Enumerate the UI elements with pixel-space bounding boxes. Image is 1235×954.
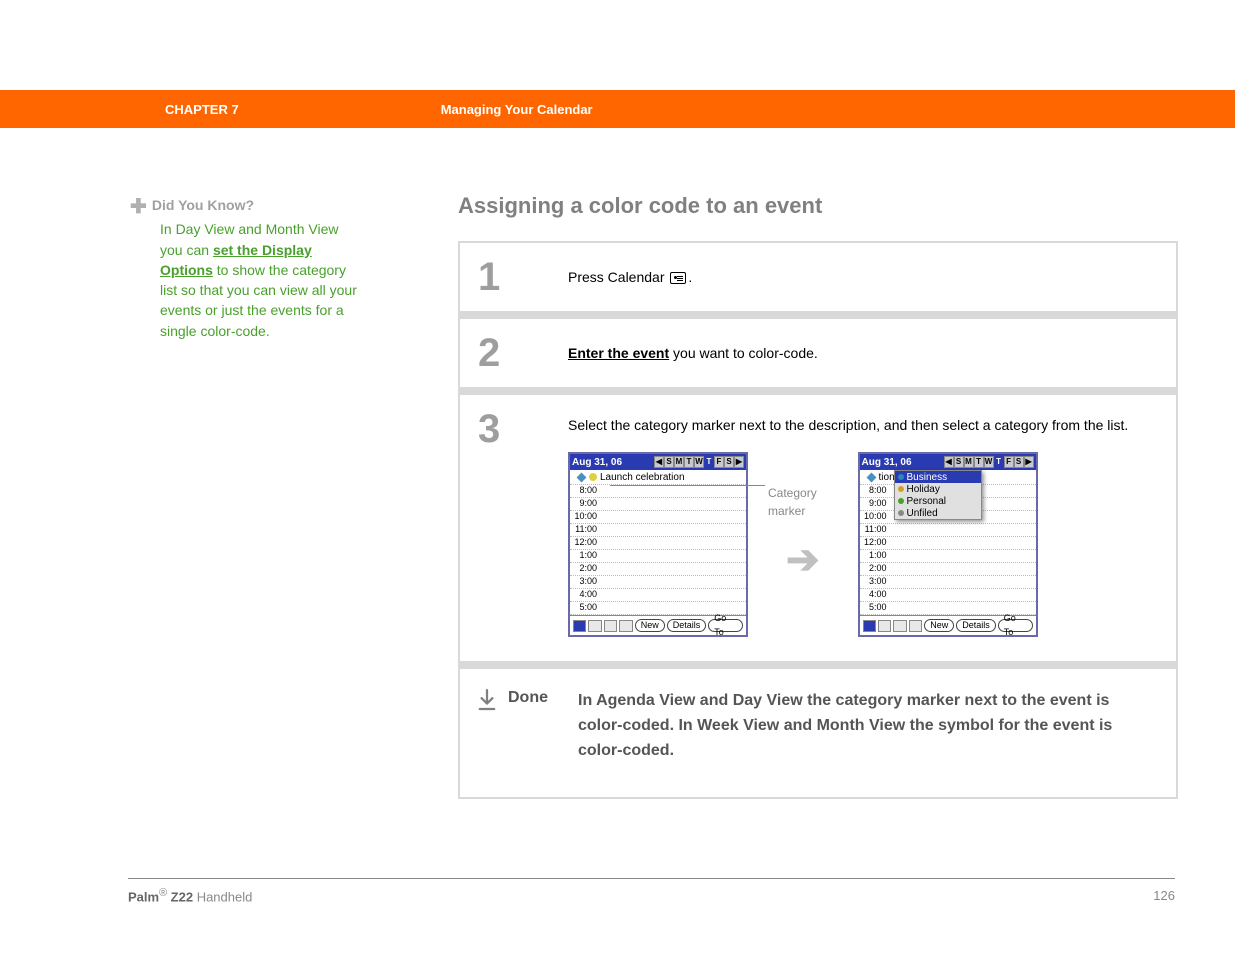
enter-the-event-link[interactable]: Enter the event bbox=[568, 345, 669, 361]
step-2-body: Enter the event you want to color-code. bbox=[568, 333, 1158, 373]
step-2: 2 Enter the event you want to color-code… bbox=[460, 319, 1176, 395]
day-m[interactable]: M bbox=[674, 456, 684, 468]
footer-brand: Palm® Z22 Handheld bbox=[128, 887, 252, 904]
event-title-left: Launch celebration bbox=[600, 470, 685, 485]
day-s1[interactable]: S bbox=[664, 456, 674, 468]
cat-unfiled[interactable]: Unfiled bbox=[895, 507, 981, 519]
category-dropdown[interactable]: Business Holiday Personal Unfiled bbox=[894, 470, 982, 520]
month-view-icon-r[interactable] bbox=[909, 620, 922, 632]
done-text: In Agenda View and Day View the category… bbox=[578, 689, 1158, 763]
palm-days-left: ◀ S M T W T F S ▶ bbox=[654, 456, 744, 468]
palm-date-right: Aug 31, 06 bbox=[862, 455, 912, 470]
annotation-line bbox=[610, 485, 765, 486]
event-row-left[interactable]: Launch celebration bbox=[570, 470, 746, 485]
chapter-title: Managing Your Calendar bbox=[441, 102, 593, 117]
day-f[interactable]: F bbox=[714, 456, 724, 468]
step-3-number: 3 bbox=[478, 409, 568, 637]
step-1-text-before: Press Calendar bbox=[568, 269, 668, 285]
category-marker-left[interactable] bbox=[589, 473, 597, 481]
annotation-label: Category marker bbox=[768, 484, 838, 520]
did-you-know-sidebar: ✚ Did You Know? In Day View and Month Vi… bbox=[130, 195, 360, 341]
week-view-icon[interactable] bbox=[604, 620, 617, 632]
palm-left-wrap: Aug 31, 06 ◀ S M T W T F S bbox=[568, 452, 748, 637]
week-view-icon-r[interactable] bbox=[893, 620, 906, 632]
goto-button[interactable]: Go To bbox=[708, 619, 743, 632]
next-arrow-icon[interactable]: ▶ bbox=[734, 456, 744, 468]
palm-right-wrap: Aug 31, 06 ◀ S M T W T F S bbox=[858, 452, 1038, 637]
month-view-icon[interactable] bbox=[619, 620, 632, 632]
prev-arrow-icon[interactable]: ◀ bbox=[654, 456, 664, 468]
arrow-right-icon: ➔ bbox=[786, 530, 820, 590]
agenda-view-icon[interactable] bbox=[573, 620, 586, 632]
step-3-body: Select the category marker next to the d… bbox=[568, 409, 1158, 637]
brand-model: Z22 bbox=[167, 889, 193, 904]
palm-days-right: ◀ S M T W T F S ▶ bbox=[944, 456, 1034, 468]
step-3-text: Select the category marker next to the d… bbox=[568, 415, 1158, 436]
step-1-body: Press Calendar . bbox=[568, 257, 1158, 297]
palm-titlebar-left: Aug 31, 06 ◀ S M T W T F S bbox=[570, 454, 746, 470]
plus-icon: ✚ bbox=[130, 193, 148, 211]
day-view-icon[interactable] bbox=[588, 620, 601, 632]
screenshot-row: Aug 31, 06 ◀ S M T W T F S bbox=[568, 452, 1158, 637]
new-button-r[interactable]: New bbox=[924, 619, 954, 632]
section-title: Assigning a color code to an event bbox=[458, 193, 1178, 219]
brand-name: Palm bbox=[128, 889, 159, 904]
done-arrow-icon bbox=[478, 689, 508, 763]
brand-suffix: Handheld bbox=[193, 889, 252, 904]
step-2-number: 2 bbox=[478, 333, 568, 373]
main-content: Assigning a color code to an event 1 Pre… bbox=[458, 193, 1178, 799]
brand-reg: ® bbox=[159, 887, 167, 899]
day-w[interactable]: W bbox=[694, 456, 704, 468]
next-arrow-icon-r[interactable]: ▶ bbox=[1024, 456, 1034, 468]
step-1-text-after: . bbox=[688, 269, 692, 285]
agenda-view-icon-r[interactable] bbox=[863, 620, 876, 632]
done-label: Done bbox=[508, 689, 548, 763]
new-button[interactable]: New bbox=[635, 619, 665, 632]
palm-day-view-right: Aug 31, 06 ◀ S M T W T F S bbox=[858, 452, 1038, 637]
details-button-r[interactable]: Details bbox=[956, 619, 996, 632]
page-footer: Palm® Z22 Handheld 126 bbox=[128, 878, 1175, 904]
step-1: 1 Press Calendar . bbox=[460, 243, 1176, 319]
step-1-number: 1 bbox=[478, 257, 568, 297]
palm-date-left: Aug 31, 06 bbox=[572, 455, 622, 470]
step-3: 3 Select the category marker next to the… bbox=[460, 395, 1176, 669]
palm-titlebar-right: Aug 31, 06 ◀ S M T W T F S bbox=[860, 454, 1036, 470]
goto-button-r[interactable]: Go To bbox=[998, 619, 1033, 632]
event-title-right: tion bbox=[879, 470, 895, 485]
page-number: 126 bbox=[1153, 888, 1175, 903]
details-button[interactable]: Details bbox=[667, 619, 707, 632]
day-s2[interactable]: S bbox=[724, 456, 734, 468]
diamond-icon bbox=[577, 472, 587, 482]
day-t1[interactable]: T bbox=[684, 456, 694, 468]
chapter-label: CHAPTER 7 bbox=[165, 102, 239, 117]
time-rows-left: 8:00 9:00 10:00 11:00 12:00 1:00 2:00 3:… bbox=[570, 485, 746, 615]
dyk-body: In Day View and Month View you can set t… bbox=[160, 219, 360, 341]
step-2-text-after: you want to color-code. bbox=[669, 345, 818, 361]
steps-container: 1 Press Calendar . 2 Enter the event you… bbox=[458, 241, 1178, 799]
dyk-title: Did You Know? bbox=[152, 197, 254, 213]
palm-toolbar-left: New Details Go To bbox=[570, 615, 746, 635]
day-t2[interactable]: T bbox=[704, 456, 714, 468]
day-view-icon-r[interactable] bbox=[878, 620, 891, 632]
diamond-icon-r bbox=[866, 472, 876, 482]
palm-day-view-left: Aug 31, 06 ◀ S M T W T F S bbox=[568, 452, 748, 637]
palm-toolbar-right: New Details Go To bbox=[860, 615, 1036, 635]
chapter-header: CHAPTER 7 Managing Your Calendar bbox=[0, 90, 1235, 128]
calendar-icon bbox=[670, 272, 686, 284]
prev-arrow-icon-r[interactable]: ◀ bbox=[944, 456, 954, 468]
done-row: Done In Agenda View and Day View the cat… bbox=[460, 669, 1176, 797]
